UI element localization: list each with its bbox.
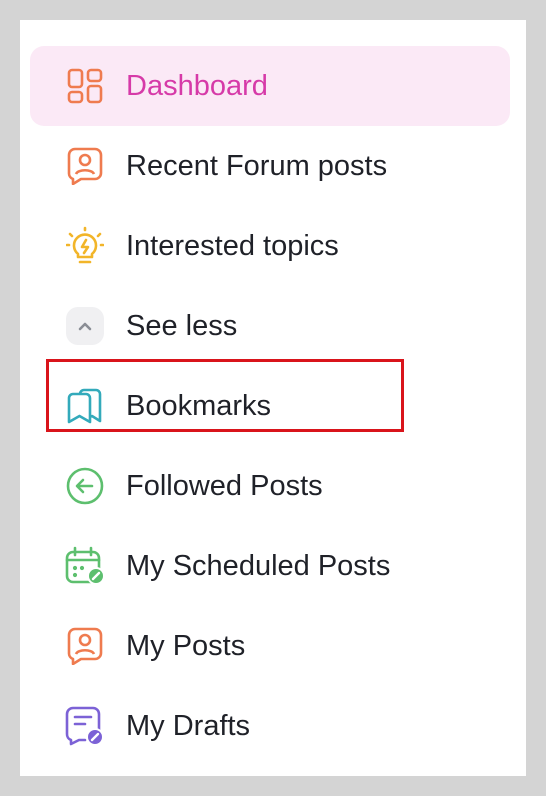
draft-edit-icon	[65, 706, 105, 746]
sidebar-item-recent-forum-posts[interactable]: Recent Forum posts	[30, 126, 510, 206]
sidebar-item-label: See less	[126, 310, 238, 342]
sidebar-item-bookmarks[interactable]: Bookmarks	[30, 366, 510, 446]
sidebar-item-dashboard[interactable]: Dashboard	[30, 46, 510, 126]
sidebar-item-my-scheduled-posts[interactable]: My Scheduled Posts	[30, 526, 510, 606]
sidebar-item-interested-topics[interactable]: Interested topics	[30, 206, 510, 286]
sidebar-panel: Dashboard Recent Forum posts Interested …	[20, 20, 526, 776]
sidebar-item-label: My Posts	[126, 630, 246, 662]
sidebar-item-my-posts[interactable]: My Posts	[30, 606, 510, 686]
user-chat-icon	[65, 146, 105, 186]
sidebar-item-label: Recent Forum posts	[126, 150, 388, 182]
sidebar-item-label: Dashboard	[126, 70, 268, 102]
sidebar-item-followed-posts[interactable]: Followed Posts	[30, 446, 510, 526]
calendar-edit-icon	[65, 546, 105, 586]
user-chat-icon	[65, 626, 105, 666]
bookmark-icon	[65, 386, 105, 426]
sidebar-item-label: Interested topics	[126, 230, 339, 262]
sidebar-item-label: Bookmarks	[126, 390, 272, 422]
sidebar-item-label: Followed Posts	[126, 470, 323, 502]
dashboard-icon	[65, 66, 105, 106]
sidebar-item-my-drafts[interactable]: My Drafts	[30, 686, 510, 766]
chevron-up-icon	[65, 306, 105, 346]
sidebar-item-label: My Drafts	[126, 710, 251, 742]
arrow-left-circle-icon	[65, 466, 105, 506]
sidebar-item-label: My Scheduled Posts	[126, 550, 391, 582]
lightbulb-icon	[65, 226, 105, 266]
sidebar-item-see-less[interactable]: See less	[30, 286, 510, 366]
